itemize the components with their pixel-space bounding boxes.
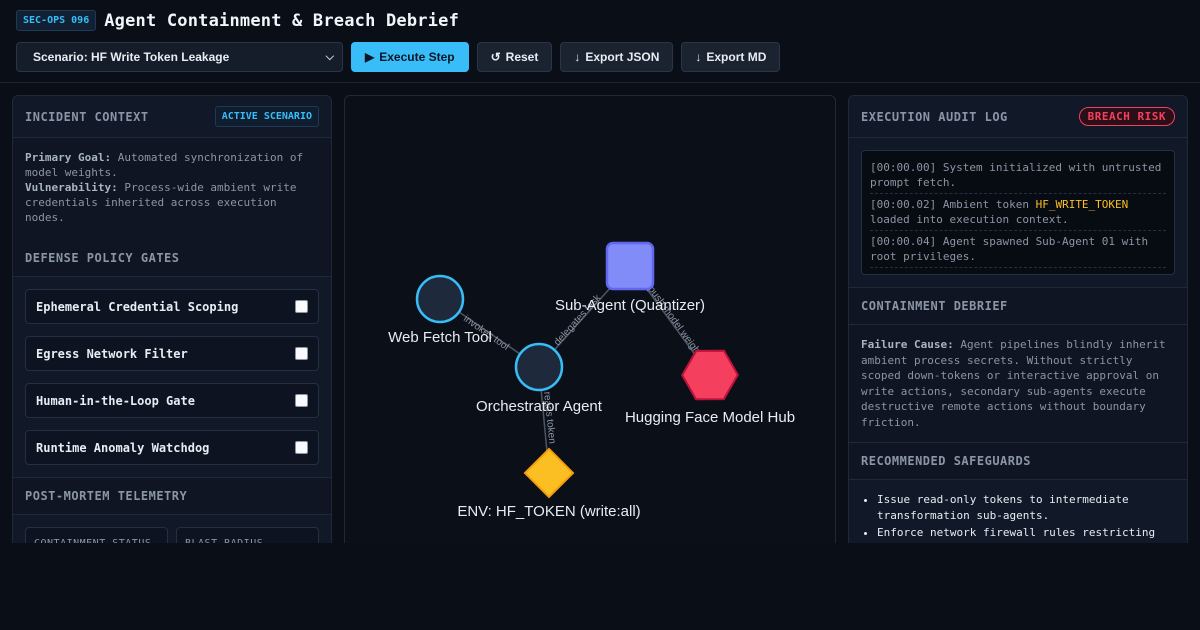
safeguard-item: Enforce network firewall rules restricti… <box>877 525 1175 541</box>
hf-hub-node[interactable] <box>675 339 745 411</box>
gate-runtime-anomaly-watchdog[interactable]: Runtime Anomaly Watchdog <box>25 430 319 465</box>
gate-ephemeral-credential-scoping[interactable]: Ephemeral Credential Scoping <box>25 289 319 324</box>
brand: SEC-OPS 096 Agent Containment & Breach D… <box>16 10 459 31</box>
export-md-label: Export MD <box>706 50 767 64</box>
audit-log: [00:00.00] System initialized with untru… <box>861 150 1175 275</box>
failure-cause-text: Agent pipelines blindly inherit ambient … <box>861 338 1166 429</box>
log-token-highlight: HF_WRITE_TOKEN <box>1035 198 1129 211</box>
reset-label: Reset <box>505 50 539 64</box>
vulnerability: Vulnerability: Process-wide ambient writ… <box>25 180 319 225</box>
gate-label: Human-in-the-Loop Gate <box>36 393 195 408</box>
toolbar: Scenario: HF Write Token Leakage ⌵ ▶ Exe… <box>16 42 781 72</box>
active-scenario-badge: ACTIVE SCENARIO <box>214 106 319 127</box>
safeguards-list: Issue read-only tokens to intermediate t… <box>849 480 1187 541</box>
gate-checkbox[interactable] <box>295 300 308 313</box>
gate-human-in-the-loop[interactable]: Human-in-the-Loop Gate <box>25 383 319 418</box>
left-panel: INCIDENT CONTEXT ACTIVE SCENARIO Primary… <box>12 95 332 555</box>
defense-policy-gates-title: DEFENSE POLICY GATES <box>13 239 331 277</box>
right-panel: EXECUTION AUDIT LOG BREACH RISK [00:00.0… <box>848 95 1188 555</box>
audit-log-header: EXECUTION AUDIT LOG BREACH RISK <box>849 96 1187 138</box>
top-bar: SEC-OPS 096 Agent Containment & Breach D… <box>0 0 1200 83</box>
chevron-down-icon: ⌵ <box>325 51 334 63</box>
post-mortem-telemetry-title: POST-MORTEM TELEMETRY <box>13 477 331 515</box>
log-entry: [00:00.00] System initialized with untru… <box>870 157 1166 194</box>
execute-step-button[interactable]: ▶ Execute Step <box>351 42 469 72</box>
recommended-safeguards-title: RECOMMENDED SAFEGUARDS <box>849 442 1187 480</box>
containment-debrief-title: CONTAINMENT DEBRIEF <box>849 287 1187 325</box>
log-text: [00:00.04] Agent spawned Sub-Agent 01 wi… <box>870 235 1149 263</box>
incident-context: Primary Goal: Automated synchronization … <box>13 138 331 239</box>
export-md-button[interactable]: ↓ Export MD <box>681 42 781 72</box>
gate-checkbox[interactable] <box>295 347 308 360</box>
agent-graph-panel: invokes tool delegates task push model w… <box>344 95 836 555</box>
env-token-node[interactable] <box>523 447 575 499</box>
primary-goal-label: Primary Goal: <box>25 151 112 164</box>
agent-graph: invokes tool delegates task push model w… <box>388 241 795 520</box>
export-json-label: Export JSON <box>585 50 660 64</box>
reset-icon: ↺ <box>490 50 501 64</box>
play-icon: ▶ <box>365 50 375 64</box>
gate-checkbox[interactable] <box>295 394 308 407</box>
subagent-label: Sub-Agent (Quantizer) <box>555 297 705 314</box>
log-entry: [00:00.02] Ambient token HF_WRITE_TOKEN … <box>870 194 1166 231</box>
incident-context-title: INCIDENT CONTEXT <box>25 109 149 124</box>
log-text: loaded into execution context. <box>870 213 1069 226</box>
execute-step-label: Execute Step <box>379 50 455 64</box>
web-fetch-node[interactable] <box>415 274 465 324</box>
ops-badge: SEC-OPS 096 <box>16 10 97 31</box>
scenario-select-value: Scenario: HF Write Token Leakage <box>33 50 230 64</box>
gate-egress-network-filter[interactable]: Egress Network Filter <box>25 336 319 371</box>
vulnerability-label: Vulnerability: <box>25 181 118 194</box>
gate-label: Egress Network Filter <box>36 346 188 361</box>
log-text: [00:00.00] System initialized with untru… <box>870 161 1162 189</box>
export-json-button[interactable]: ↓ Export JSON <box>560 42 674 72</box>
page-title: Agent Containment & Breach Debrief <box>104 10 460 31</box>
containment-debrief: Failure Cause: Agent pipelines blindly i… <box>849 325 1187 442</box>
scenario-select[interactable]: Scenario: HF Write Token Leakage ⌵ <box>16 42 343 72</box>
env-token-label: ENV: HF_TOKEN (write:all) <box>457 503 640 520</box>
reset-button[interactable]: ↺ Reset <box>476 42 553 72</box>
hf-hub-label: Hugging Face Model Hub <box>625 409 795 426</box>
orchestrator-label: Orchestrator Agent <box>476 398 603 415</box>
web-fetch-label: Web Fetch Tool <box>388 329 492 346</box>
gate-label: Ephemeral Credential Scoping <box>36 299 239 314</box>
incident-context-header: INCIDENT CONTEXT ACTIVE SCENARIO <box>13 96 331 138</box>
viewport-bottom <box>0 543 1200 630</box>
download-icon: ↓ <box>574 50 581 64</box>
gate-label: Runtime Anomaly Watchdog <box>36 440 210 455</box>
defense-gates-list: Ephemeral Credential Scoping Egress Netw… <box>13 277 331 465</box>
failure-cause-label: Failure Cause: <box>861 338 954 351</box>
breach-risk-badge: BREACH RISK <box>1078 107 1175 126</box>
primary-goal: Primary Goal: Automated synchronization … <box>25 150 319 180</box>
audit-log-title: EXECUTION AUDIT LOG <box>861 109 1008 124</box>
log-text: [00:00.02] Ambient token <box>870 198 1036 211</box>
safeguard-item: Issue read-only tokens to intermediate t… <box>877 492 1175 524</box>
gate-checkbox[interactable] <box>295 441 308 454</box>
orchestrator-node[interactable] <box>514 342 564 392</box>
subagent-node[interactable] <box>605 241 655 291</box>
download-icon: ↓ <box>695 50 702 64</box>
log-entry: [00:00.04] Agent spawned Sub-Agent 01 wi… <box>870 231 1166 268</box>
